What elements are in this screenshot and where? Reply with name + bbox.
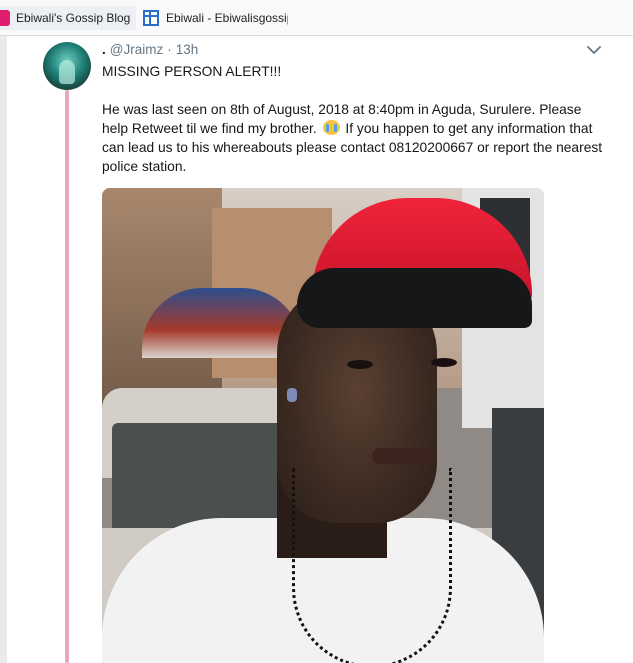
photo-eyes bbox=[347, 358, 457, 372]
tweet-paragraph-2: He was last seen on 8th of August, 2018 … bbox=[102, 100, 607, 176]
tweet-text: MISSING PERSON ALERT!!! He was last seen… bbox=[102, 62, 607, 176]
blog-favicon-icon bbox=[0, 10, 10, 26]
bookmark-ebiwali-ebiwalisgossip[interactable]: Ebiwali - Ebiwalisgossip bbox=[143, 6, 288, 30]
loudly-crying-face-icon bbox=[322, 120, 340, 135]
chevron-down-icon[interactable] bbox=[587, 44, 601, 56]
photo-cap-brim bbox=[297, 268, 532, 328]
handle[interactable]: @Jraimz bbox=[110, 42, 163, 57]
bookmarks-bar: Ebiwali's Gossip Blog Ebiwali - Ebiwalis… bbox=[0, 0, 633, 36]
tweet-header: . @Jraimz · 13h bbox=[102, 40, 198, 58]
separator: · bbox=[167, 41, 172, 57]
bookmark-label: Ebiwali - Ebiwalisgossip bbox=[166, 11, 288, 25]
photo-necklace bbox=[292, 468, 452, 663]
tweet-line-1: MISSING PERSON ALERT!!! bbox=[102, 64, 282, 79]
tweet-photo[interactable] bbox=[102, 188, 544, 663]
avatar[interactable] bbox=[43, 42, 91, 90]
photo-earphone bbox=[287, 388, 297, 402]
photo-eye-left bbox=[347, 360, 373, 369]
bookmark-label: Ebiwali's Gossip Blog bbox=[16, 11, 131, 25]
left-edge bbox=[0, 36, 7, 663]
photo-lips bbox=[372, 448, 434, 464]
page-icon bbox=[143, 10, 159, 26]
photo-eye-right bbox=[431, 358, 457, 367]
display-name[interactable]: . bbox=[102, 42, 106, 57]
timestamp[interactable]: 13h bbox=[176, 42, 199, 57]
thread-line bbox=[65, 90, 69, 663]
bookmark-ebiwalis-gossip-blog[interactable]: Ebiwali's Gossip Blog bbox=[0, 6, 136, 30]
